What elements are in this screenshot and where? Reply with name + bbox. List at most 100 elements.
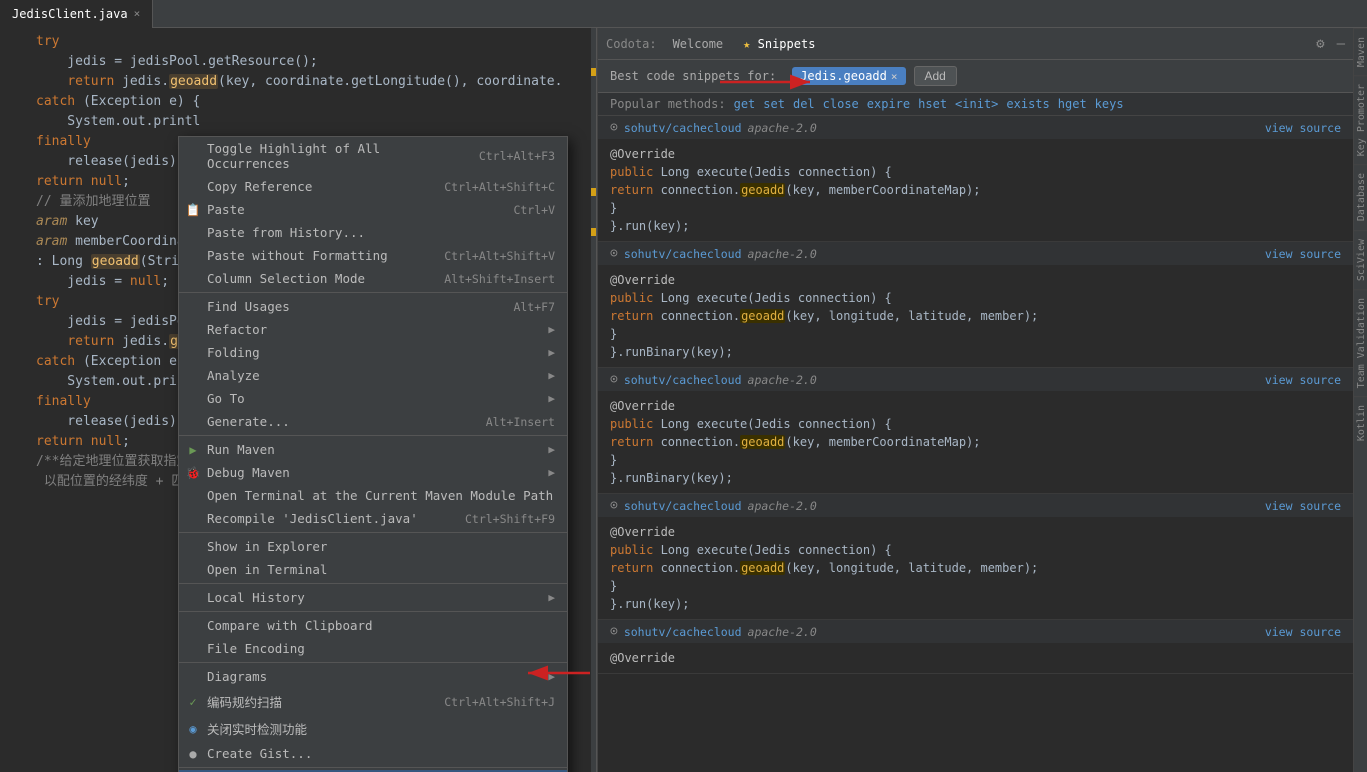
tag-label: Jedis.geoadd bbox=[800, 69, 887, 83]
method-get[interactable]: get bbox=[734, 97, 756, 111]
main-layout: try jedis = jedisPool.getResource(); ret… bbox=[0, 28, 1367, 772]
code-line: return jedis.geoadd(key, coordinate.getL… bbox=[0, 72, 596, 92]
menu-debug-maven[interactable]: 🐞 Debug Maven ▶ bbox=[179, 461, 567, 484]
snippet-branch: apache-2.0 bbox=[748, 625, 817, 639]
method-hget[interactable]: hget bbox=[1058, 97, 1087, 111]
vtab-sciview[interactable]: SciView bbox=[1354, 230, 1367, 289]
code-line: System.out.printl bbox=[0, 112, 596, 132]
jedis-geoadd-tag[interactable]: Jedis.geoadd × bbox=[792, 67, 905, 85]
menu-file-encoding[interactable]: File Encoding bbox=[179, 637, 567, 660]
method-exists[interactable]: exists bbox=[1006, 97, 1049, 111]
vertical-side-tabs: Maven Key Promoter Database SciView Team… bbox=[1353, 28, 1367, 772]
arrow-icon: ▶ bbox=[548, 323, 555, 336]
menu-folding[interactable]: Folding ▶ bbox=[179, 341, 567, 364]
menu-goto[interactable]: Go To ▶ bbox=[179, 387, 567, 410]
view-source-link[interactable]: view source bbox=[1265, 121, 1341, 135]
snippet-code: @Override public Long execute(Jedis conn… bbox=[598, 517, 1353, 619]
scrollbar-gutter bbox=[591, 28, 596, 772]
menu-copy-reference[interactable]: Copy Reference Ctrl+Alt+Shift+C bbox=[179, 175, 567, 198]
github-repo-icon: ⊙ bbox=[610, 120, 618, 135]
snippet-repo[interactable]: sohutv/cachecloud bbox=[624, 121, 742, 135]
popular-label: Popular methods: bbox=[610, 97, 726, 111]
snippet-repo[interactable]: sohutv/cachecloud bbox=[624, 373, 742, 387]
view-source-link[interactable]: view source bbox=[1265, 247, 1341, 261]
menu-paste-no-format[interactable]: Paste without Formatting Ctrl+Alt+Shift+… bbox=[179, 244, 567, 267]
code-editor[interactable]: try jedis = jedisPool.getResource(); ret… bbox=[0, 28, 597, 772]
menu-sep-6 bbox=[179, 662, 567, 663]
menu-compare-clipboard[interactable]: Compare with Clipboard bbox=[179, 614, 567, 637]
settings-icon[interactable]: ⚙ bbox=[1316, 36, 1324, 52]
code-line: catch (Exception e) { bbox=[0, 92, 596, 112]
method-hset[interactable]: hset bbox=[918, 97, 947, 111]
github-repo-icon: ⊙ bbox=[610, 624, 618, 639]
maven-debug-icon: 🐞 bbox=[185, 465, 201, 481]
best-for-label: Best code snippets for: bbox=[610, 69, 776, 83]
method-init[interactable]: <init> bbox=[955, 97, 998, 111]
vtab-team-validation[interactable]: Team Validation bbox=[1354, 289, 1367, 396]
codota-brand: Codota: bbox=[606, 37, 657, 51]
view-source-link[interactable]: view source bbox=[1265, 499, 1341, 513]
menu-recompile[interactable]: Recompile 'JedisClient.java' Ctrl+Shift+… bbox=[179, 507, 567, 530]
close-detect-icon: ◉ bbox=[185, 721, 201, 737]
menu-column-selection[interactable]: Column Selection Mode Alt+Shift+Insert bbox=[179, 267, 567, 290]
menu-sep-2 bbox=[179, 435, 567, 436]
menu-diagrams[interactable]: Diagrams ▶ bbox=[179, 665, 567, 688]
menu-code-scan[interactable]: ✓ 编码规约扫描 Ctrl+Alt+Shift+J bbox=[179, 688, 567, 715]
snippet-repo[interactable]: sohutv/cachecloud bbox=[624, 499, 742, 513]
method-keys[interactable]: keys bbox=[1095, 97, 1124, 111]
menu-refactor[interactable]: Refactor ▶ bbox=[179, 318, 567, 341]
add-button[interactable]: Add bbox=[914, 66, 957, 86]
github-repo-icon: ⊙ bbox=[610, 498, 618, 513]
arrow-icon: ▶ bbox=[548, 369, 555, 382]
vtab-database[interactable]: Database bbox=[1354, 164, 1367, 229]
snippet-header: ⊙ sohutv/cachecloud apache-2.0 view sour… bbox=[598, 620, 1353, 643]
menu-open-terminal[interactable]: Open in Terminal bbox=[179, 558, 567, 581]
method-expire[interactable]: expire bbox=[867, 97, 910, 111]
snippet-repo[interactable]: sohutv/cachecloud bbox=[624, 247, 742, 261]
menu-analyze[interactable]: Analyze ▶ bbox=[179, 364, 567, 387]
code-line: jedis = jedisPool.getResource(); bbox=[0, 52, 596, 72]
snippet-code: @Override public Long execute(Jedis conn… bbox=[598, 139, 1353, 241]
minimize-icon[interactable]: — bbox=[1337, 36, 1345, 52]
snippets-list[interactable]: ⊙ sohutv/cachecloud apache-2.0 view sour… bbox=[598, 116, 1353, 772]
nav-welcome[interactable]: Welcome bbox=[669, 35, 728, 53]
snippet-branch: apache-2.0 bbox=[748, 247, 817, 261]
view-source-link[interactable]: view source bbox=[1265, 625, 1341, 639]
menu-find-usages[interactable]: Find Usages Alt+F7 bbox=[179, 295, 567, 318]
menu-generate[interactable]: Generate... Alt+Insert bbox=[179, 410, 567, 433]
menu-toggle-highlight[interactable]: Toggle Highlight of All Occurrences Ctrl… bbox=[179, 137, 567, 175]
popular-methods-bar: Popular methods: get set del close expir… bbox=[598, 93, 1353, 116]
method-del[interactable]: del bbox=[793, 97, 815, 111]
menu-run-maven[interactable]: ▶ Run Maven ▶ bbox=[179, 438, 567, 461]
menu-local-history[interactable]: Local History ▶ bbox=[179, 586, 567, 609]
codota-panel: Codota: Welcome ★ Snippets ⚙ — Best code… bbox=[597, 28, 1353, 772]
menu-paste-history[interactable]: Paste from History... bbox=[179, 221, 567, 244]
menu-paste[interactable]: 📋 Paste Ctrl+V bbox=[179, 198, 567, 221]
tab-jedisclient[interactable]: JedisClient.java × bbox=[0, 0, 153, 28]
vtab-kotlin[interactable]: Kotlin bbox=[1354, 396, 1367, 449]
vtab-key-promoter[interactable]: Key Promoter bbox=[1354, 75, 1367, 164]
snippet-header: ⊙ sohutv/cachecloud apache-2.0 view sour… bbox=[598, 116, 1353, 139]
snippet-header: ⊙ sohutv/cachecloud apache-2.0 view sour… bbox=[598, 242, 1353, 265]
menu-open-terminal-maven[interactable]: Open Terminal at the Current Maven Modul… bbox=[179, 484, 567, 507]
codota-top-row: Codota: Welcome ★ Snippets ⚙ — bbox=[598, 28, 1353, 60]
method-set[interactable]: set bbox=[763, 97, 785, 111]
snippet-item: ⊙ sohutv/cachecloud apache-2.0 view sour… bbox=[598, 620, 1353, 674]
snippet-repo[interactable]: sohutv/cachecloud bbox=[624, 625, 742, 639]
snippet-code: @Override bbox=[598, 643, 1353, 673]
view-source-link[interactable]: view source bbox=[1265, 373, 1341, 387]
context-menu: Toggle Highlight of All Occurrences Ctrl… bbox=[178, 136, 568, 772]
menu-close-detect[interactable]: ◉ 关闭实时检测功能 bbox=[179, 715, 567, 742]
method-close[interactable]: close bbox=[823, 97, 859, 111]
vtab-maven[interactable]: Maven bbox=[1354, 28, 1367, 75]
arrow-icon: ▶ bbox=[548, 466, 555, 479]
menu-sep-1 bbox=[179, 292, 567, 293]
menu-sep-4 bbox=[179, 583, 567, 584]
maven-run-icon: ▶ bbox=[185, 442, 201, 458]
menu-show-explorer[interactable]: Show in Explorer bbox=[179, 535, 567, 558]
nav-snippets[interactable]: ★ Snippets bbox=[739, 35, 819, 53]
tab-close-icon[interactable]: × bbox=[134, 7, 141, 20]
arrow-icon: ▶ bbox=[548, 670, 555, 683]
tag-remove-icon[interactable]: × bbox=[891, 70, 898, 83]
menu-create-gist[interactable]: ● Create Gist... bbox=[179, 742, 567, 765]
